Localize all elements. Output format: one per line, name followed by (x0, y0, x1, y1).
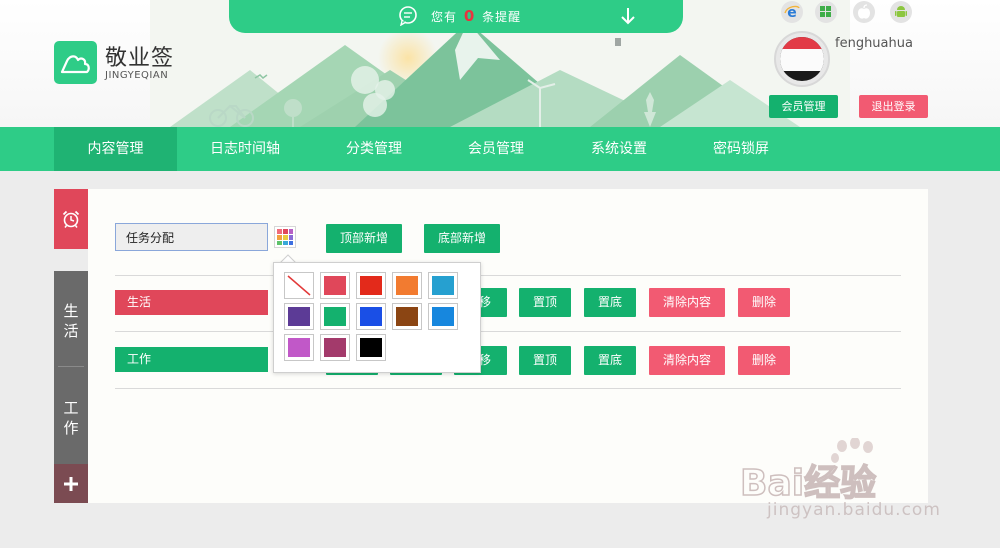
clear-content-button[interactable]: 清除内容 (649, 288, 725, 317)
delete-button[interactable]: 删除 (738, 288, 790, 317)
category-tabs: 生活 工作 (54, 271, 88, 503)
nav-log-timeline[interactable]: 日志时间轴 (200, 127, 290, 171)
logo-icon (60, 55, 90, 74)
color-swatch[interactable] (320, 334, 350, 361)
pin-bottom-button[interactable]: 置底 (584, 346, 636, 375)
nav-content-management[interactable]: 内容管理 (54, 127, 177, 171)
color-swatch-fill (396, 276, 418, 295)
color-swatch-fill (360, 338, 382, 357)
category-name-life[interactable]: 生活 (115, 290, 268, 315)
add-bottom-button[interactable]: 底部新增 (424, 224, 500, 253)
color-swatch-fill (360, 276, 382, 295)
color-swatch[interactable] (428, 272, 458, 299)
logout-button[interactable]: 退出登录 (859, 95, 928, 118)
color-swatch[interactable] (392, 272, 422, 299)
logo-subtitle: JINGYEQIAN (105, 70, 169, 81)
notification-bar[interactable]: 您有 0 条提醒 (229, 0, 683, 33)
clear-content-button[interactable]: 清除内容 (649, 346, 725, 375)
divider (115, 331, 901, 332)
color-swatch-fill (288, 307, 310, 326)
delete-button[interactable]: 删除 (738, 346, 790, 375)
divider (115, 275, 901, 276)
member-management-button[interactable]: 会员管理 (769, 95, 838, 118)
baidu-watermark: Bai经验 (739, 438, 877, 505)
color-swatch-fill (360, 307, 382, 326)
divider (115, 388, 901, 389)
main-nav: 内容管理 日志时间轴 分类管理 会员管理 系统设置 密码锁屏 (0, 127, 1000, 171)
username: fenghuahua (835, 36, 913, 51)
notification-text: 您有 0 条提醒 (431, 7, 521, 26)
add-top-button[interactable]: 顶部新增 (326, 224, 402, 253)
plus-icon (64, 476, 78, 491)
add-category-tab[interactable] (54, 464, 88, 503)
new-category-input[interactable] (115, 223, 268, 251)
notification-prefix: 您有 (431, 10, 458, 24)
chat-bubble-icon (399, 6, 417, 26)
tab-work[interactable]: 工作 (54, 398, 88, 438)
pin-top-button[interactable]: 置顶 (519, 346, 571, 375)
nav-member-management[interactable]: 会员管理 (452, 127, 540, 171)
color-swatch[interactable] (356, 272, 386, 299)
logo-title: 敬业签 (105, 46, 175, 71)
pin-top-button[interactable]: 置顶 (519, 288, 571, 317)
color-swatch-fill (396, 307, 418, 326)
watermark-url: jingyan.baidu.com (767, 500, 941, 520)
windows-icon[interactable] (815, 1, 837, 23)
color-swatch[interactable] (284, 303, 314, 330)
alarm-clock-icon (62, 210, 80, 228)
category-name-work[interactable]: 工作 (115, 347, 268, 372)
header: 您有 0 条提醒 敬业签 JINGYEQIAN e fenghuahua 会员管… (0, 0, 1000, 127)
arrow-down-icon[interactable] (620, 6, 636, 26)
palette-icon (277, 229, 293, 245)
color-swatch[interactable] (320, 303, 350, 330)
ie-icon[interactable]: e (781, 1, 803, 23)
avatar-image (780, 37, 824, 81)
tab-divider (58, 366, 84, 367)
color-swatch-fill (324, 338, 346, 357)
color-swatch[interactable] (320, 272, 350, 299)
nav-category-management[interactable]: 分类管理 (330, 127, 418, 171)
android-icon[interactable] (890, 1, 912, 23)
color-swatch[interactable] (356, 334, 386, 361)
tab-life[interactable]: 生活 (54, 301, 88, 341)
notification-suffix: 条提醒 (482, 10, 522, 24)
no-color-icon (287, 275, 311, 296)
color-palette-button[interactable] (274, 226, 296, 248)
notification-count: 0 (463, 7, 476, 25)
color-swatch-fill (432, 307, 454, 326)
color-swatch-fill (432, 276, 454, 295)
color-swatch-fill (324, 307, 346, 326)
logo-mark[interactable] (54, 41, 97, 84)
color-swatch-fill (324, 276, 346, 295)
apple-icon[interactable] (853, 1, 875, 23)
color-swatch[interactable] (428, 303, 458, 330)
watermark-brand: Bai经验 (740, 463, 876, 504)
color-picker-popup (273, 262, 481, 373)
no-color-swatch[interactable] (284, 272, 314, 299)
nav-system-settings[interactable]: 系统设置 (575, 127, 663, 171)
pin-bottom-button[interactable]: 置底 (584, 288, 636, 317)
nav-password-lock[interactable]: 密码锁屏 (697, 127, 785, 171)
avatar[interactable] (774, 31, 830, 87)
color-swatch[interactable] (284, 334, 314, 361)
color-swatch-fill (288, 338, 310, 357)
color-swatch[interactable] (392, 303, 422, 330)
tab-work-label: 工作 (63, 399, 79, 437)
color-swatch[interactable] (356, 303, 386, 330)
tab-reminders[interactable] (54, 189, 88, 249)
tab-life-label: 生活 (63, 302, 79, 340)
